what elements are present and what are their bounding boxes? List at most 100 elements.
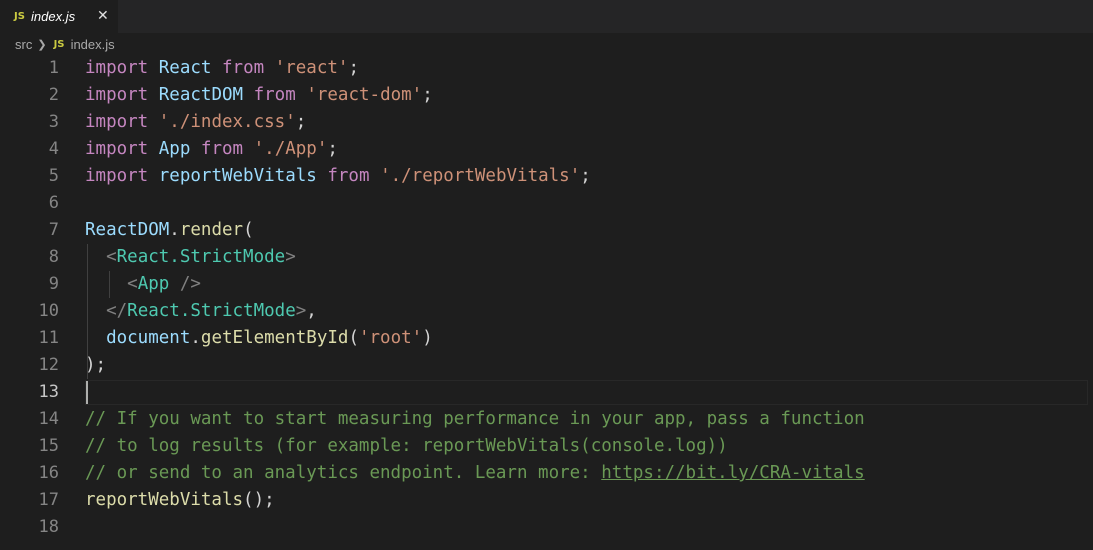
chevron-right-icon: ❯ [37, 38, 47, 51]
text-cursor [86, 381, 88, 404]
code-token: ) [422, 328, 433, 348]
close-icon[interactable]: ✕ [97, 8, 109, 24]
code-token: < [106, 247, 117, 267]
code-token: reportWebVitals [85, 490, 244, 510]
code-text: </React.StrictMode>, [85, 298, 317, 325]
code-token: from [200, 139, 244, 159]
code-line[interactable]: 7 ReactDOM.render( [0, 217, 1093, 244]
code-line[interactable]: 10 </React.StrictMode>, [0, 298, 1093, 325]
breadcrumb-file[interactable]: index.js [71, 37, 115, 52]
code-token: 'react-dom' [306, 85, 423, 105]
breadcrumb: src ❯ JS index.js [0, 33, 1093, 55]
code-token: > [285, 247, 296, 267]
breadcrumb-folder[interactable]: src [15, 37, 32, 52]
code-token: < [127, 274, 138, 294]
code-text: // or send to an analytics endpoint. Lea… [85, 460, 865, 487]
code-text: reportWebVitals(); [85, 487, 275, 514]
code-token: React.StrictMode [127, 301, 296, 321]
code-text: <React.StrictMode> [85, 244, 296, 271]
code-token: ; [422, 85, 433, 105]
code-token: import [85, 166, 149, 186]
line-number: 4 [48, 139, 59, 159]
line-number: 7 [48, 220, 59, 240]
code-line[interactable]: 17 reportWebVitals(); [0, 487, 1093, 514]
code-token: render [179, 220, 244, 240]
line-number: 5 [48, 166, 59, 186]
code-line[interactable]: 9 <App /> [0, 271, 1093, 298]
code-text: // If you want to start measuring perfor… [85, 406, 865, 433]
tab-index-js[interactable]: JS index.js ✕ [0, 0, 118, 33]
code-line[interactable]: 15 // to log results (for example: report… [0, 433, 1093, 460]
code-token: ; [327, 139, 338, 159]
line-number: 6 [48, 193, 59, 213]
code-token: . [169, 220, 180, 240]
code-link[interactable]: https://bit.ly/CRA-vitals [601, 463, 864, 483]
code-token: ReactDOM [158, 85, 244, 105]
code-line[interactable]: 1 import React from 'react'; [0, 55, 1093, 82]
code-token: from [222, 58, 265, 78]
code-text: <App /> [85, 271, 201, 298]
current-line-highlight [85, 380, 1088, 405]
line-number: 14 [38, 409, 59, 429]
code-token: import [85, 112, 149, 132]
code-token: './index.css' [158, 112, 296, 132]
tab-bar: JS index.js ✕ [0, 0, 1093, 33]
code-token: 'root' [358, 328, 423, 348]
code-text: ); [85, 352, 106, 379]
code-token: . [190, 328, 201, 348]
code-line[interactable]: 18 [0, 514, 1093, 541]
code-line[interactable]: 2 import ReactDOM from 'react-dom'; [0, 82, 1093, 109]
code-token: </ [106, 301, 128, 321]
code-token: ; [295, 112, 307, 132]
code-token: import [85, 58, 149, 78]
code-token: document [106, 328, 191, 348]
code-token: './reportWebVitals' [380, 166, 581, 186]
code-line[interactable]: 11 document.getElementById('root') [0, 325, 1093, 352]
code-editor[interactable]: 1 import React from 'react'; 2 import React… [0, 55, 1093, 550]
code-line[interactable]: 6 [0, 190, 1093, 217]
line-number: 9 [48, 274, 59, 294]
code-token: ; [348, 58, 360, 78]
code-token: from [327, 166, 370, 186]
code-line[interactable]: 12); [0, 352, 1093, 379]
line-number: 13 [38, 382, 59, 402]
code-line[interactable]: 14 // If you want to start measuring perf… [0, 406, 1093, 433]
javascript-file-icon: JS [14, 11, 25, 22]
code-token: './App' [253, 139, 328, 159]
code-token: from [253, 85, 296, 105]
code-token: ReactDOM [85, 220, 170, 240]
code-text: import React from 'react'; [85, 55, 359, 82]
code-line[interactable]: 3 import './index.css'; [0, 109, 1093, 136]
code-line[interactable]: 5 import reportWebVitals from './reportWe… [0, 163, 1093, 190]
code-token: /> [179, 274, 201, 294]
line-number: 2 [48, 85, 59, 105]
code-token: React [158, 58, 212, 78]
code-token: (); [243, 490, 275, 510]
code-line[interactable]: 16 // or send to an analytics endpoint. L… [0, 460, 1093, 487]
code-line[interactable]: 8 <React.StrictMode> [0, 244, 1093, 271]
line-number: 18 [38, 517, 59, 537]
code-token: import [85, 139, 149, 159]
code-token: App [137, 274, 170, 294]
code-token: React.StrictMode [116, 247, 286, 267]
line-number: 12 [38, 355, 59, 375]
code-token: // If you want to start measuring perfor… [85, 409, 865, 429]
code-token: ( [243, 220, 254, 240]
javascript-file-icon: JS [53, 38, 65, 50]
tab-title: index.js [31, 9, 76, 24]
line-number: 17 [38, 490, 59, 510]
code-line[interactable]: 4 import App from './App'; [0, 136, 1093, 163]
code-token: App [158, 139, 191, 159]
line-number: 8 [48, 247, 59, 267]
code-line[interactable]: 13 [0, 379, 1093, 406]
